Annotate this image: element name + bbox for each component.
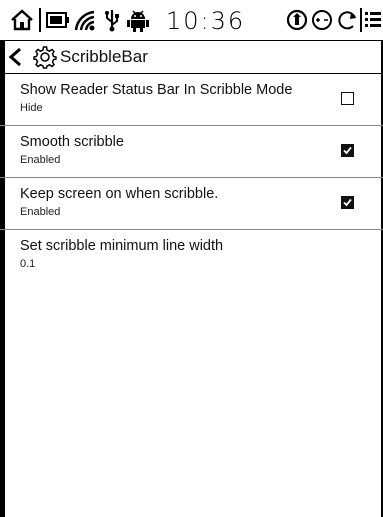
back-arrow-icon[interactable]: [6, 46, 24, 68]
checkbox-smooth-scribble[interactable]: [341, 144, 354, 157]
setting-show-status-bar[interactable]: Show Reader Status Bar In Scribble Mode …: [0, 74, 383, 126]
page-title: ScribbleBar: [60, 47, 148, 66]
menu-icon[interactable]: [365, 8, 381, 32]
battery-icon: [46, 12, 69, 28]
setting-summary: Enabled: [20, 154, 61, 166]
setting-title: Set scribble minimum line width: [20, 238, 224, 254]
title-bar: ScribbleBar: [0, 41, 383, 74]
setting-title: Show Reader Status Bar In Scribble Mode: [20, 82, 293, 98]
refresh-icon[interactable]: [336, 8, 358, 32]
setting-min-line-width[interactable]: Set scribble minimum line width 0.1: [0, 230, 383, 281]
setting-title: Keep screen on when scribble.: [20, 186, 219, 202]
setting-summary: Enabled: [20, 206, 61, 218]
checkbox-show-status-bar[interactable]: [341, 92, 354, 105]
setting-title: Smooth scribble: [20, 134, 124, 150]
status-separator: [360, 8, 362, 32]
settings-list: Show Reader Status Bar In Scribble Mode …: [0, 74, 383, 281]
status-bar: 10:36: [0, 0, 383, 41]
setting-keep-screen-on[interactable]: Keep screen on when scribble. Enabled: [0, 178, 383, 230]
status-separator: [39, 8, 41, 32]
home-icon[interactable]: [10, 8, 34, 32]
usb-icon: [105, 10, 119, 32]
checkbox-keep-screen-on[interactable]: [341, 196, 354, 209]
setting-summary: Hide: [20, 102, 43, 114]
android-icon: [127, 10, 149, 32]
wifi-icon: [74, 10, 95, 31]
rotate-icon[interactable]: [286, 8, 308, 32]
clock: 10:36: [166, 7, 246, 35]
setting-summary: 0.1: [20, 258, 36, 270]
gear-icon: [33, 46, 57, 69]
setting-smooth-scribble[interactable]: Smooth scribble Enabled: [0, 126, 383, 178]
checkmark-icon: [343, 198, 352, 207]
zoom-icon[interactable]: [311, 8, 333, 32]
checkmark-icon: [343, 146, 352, 155]
